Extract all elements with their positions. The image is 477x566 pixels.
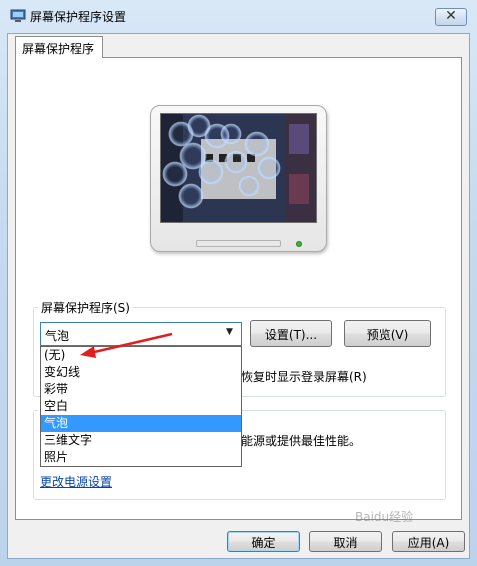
dropdown-option-selected[interactable]: 气泡 [41, 415, 241, 432]
resume-login-checkbox-label[interactable]: 恢复时显示登录屏幕(R) [241, 368, 367, 385]
monitor-stand-slot [196, 240, 281, 247]
watermark: Baidu经验 [355, 510, 414, 524]
apply-button[interactable]: 应用(A) [392, 531, 465, 552]
annotation-arrow-icon [76, 328, 176, 358]
cancel-button[interactable]: 取消 [309, 531, 382, 552]
dropdown-option[interactable]: 变幻线 [41, 364, 241, 381]
monitor-app-icon [10, 9, 26, 23]
tab-screensaver[interactable]: 屏幕保护程序 [15, 36, 103, 58]
preview-button[interactable]: 预览(V) [344, 320, 431, 347]
power-description: 能源或提供最佳性能。 [241, 434, 362, 448]
screensaver-group-label: 屏幕保护程序(S) [38, 299, 133, 316]
monitor-screen [160, 113, 317, 223]
settings-button[interactable]: 设置(T)... [250, 320, 332, 347]
screensaver-select-value: 气泡 [45, 329, 70, 343]
window-title: 屏幕保护程序设置 [30, 10, 127, 24]
dropdown-option[interactable]: 彩带 [41, 381, 241, 398]
power-led-icon [296, 241, 302, 247]
dropdown-option[interactable]: 空白 [41, 398, 241, 415]
dropdown-option[interactable]: 照片 [41, 449, 241, 466]
change-power-settings-link[interactable]: 更改电源设置 [40, 473, 112, 490]
close-button[interactable]: ✕ [435, 8, 467, 26]
screensaver-dropdown-list[interactable]: (无) 变幻线 彩带 空白 气泡 三维文字 照片 [40, 346, 242, 467]
dropdown-option[interactable]: 三维文字 [41, 432, 241, 449]
chevron-down-icon[interactable]: ▼ [226, 327, 233, 337]
ok-button[interactable]: 确定 [227, 531, 300, 552]
